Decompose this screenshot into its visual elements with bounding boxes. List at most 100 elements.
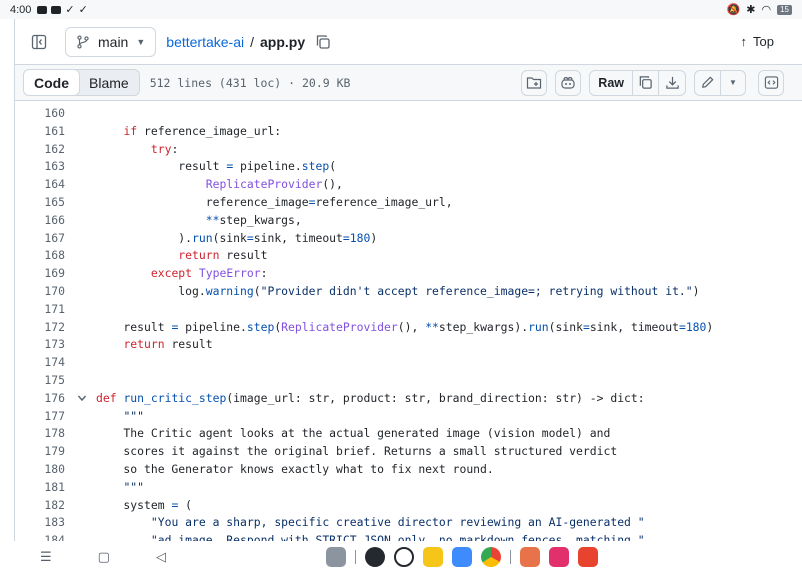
code-line: 184 "ad image. Respond with STRICT JSON … [15,531,802,541]
code-text: result = pipeline.step( [96,159,337,174]
line-number[interactable]: 176 [15,391,65,405]
line-number[interactable]: 165 [15,195,65,209]
code-text: system = ( [96,497,193,512]
line-number[interactable]: 174 [15,355,65,369]
symbols-icon [764,76,778,89]
code-text: result = pipeline.step(ReplicateProvider… [96,319,714,334]
dock-separator [509,550,511,564]
copy-raw-button[interactable] [633,70,659,95]
code-text: """ [123,479,145,494]
open-folder-button[interactable] [521,69,548,96]
line-number[interactable]: 180 [15,462,65,476]
battery-icon: 15 [777,4,792,15]
code-text: return result [178,248,268,263]
line-number[interactable]: 170 [15,284,65,298]
edit-actions: ▼ [694,69,746,96]
back-icon[interactable]: ◁ [156,549,166,565]
chatgpt-app-icon[interactable] [393,547,414,567]
download-button[interactable] [659,71,685,95]
line-number[interactable]: 167 [15,231,65,245]
code-text: The Critic agent looks at the actual gen… [96,426,611,441]
copilot-button[interactable] [555,69,582,96]
code-line: 181 """ [15,478,802,496]
line-number[interactable]: 182 [15,498,65,512]
app-drawer-icon[interactable] [325,547,346,567]
line-number[interactable]: 172 [15,320,65,334]
code-line: 165 reference_image=reference_image_url, [15,193,802,211]
code-line: 167 ).run(sink=sink, timeout=180) [15,229,802,247]
line-number[interactable]: 169 [15,266,65,280]
line-number[interactable]: 184 [15,533,65,541]
code-text: **step_kwargs, [205,212,302,227]
line-number[interactable]: 160 [15,106,65,120]
raw-actions: Raw [589,69,686,96]
code-text: so the Generator knows exactly what to f… [96,462,494,476]
claude-app-icon[interactable] [519,547,540,567]
code-line: 169 except TypeError: [15,264,802,282]
camera-app-icon[interactable] [364,547,385,567]
line-number[interactable]: 161 [15,124,65,138]
code-line: 172 result = pipeline.step(ReplicateProv… [15,318,802,336]
line-number[interactable]: 173 [15,337,65,351]
app-dock [325,547,598,567]
notes-app-icon[interactable] [422,547,443,567]
copy-icon [316,34,330,49]
check-icon: ✓ [65,4,75,16]
menu-icon[interactable]: ☰ [40,549,52,565]
line-number[interactable]: 178 [15,426,65,440]
files-app-icon[interactable] [451,547,472,567]
code-line: 175 [15,371,802,389]
office-app-icon[interactable] [577,547,598,567]
fold-chevron-icon[interactable] [75,393,89,403]
line-number[interactable]: 168 [15,248,65,262]
sidebar-toggle-button[interactable] [25,28,53,56]
code-line: 179 scores it against the original brief… [15,442,802,460]
copilot-icon [561,76,575,89]
copy-path-button[interactable] [309,28,337,56]
line-number[interactable]: 163 [15,159,65,173]
chrome-app-icon[interactable] [480,547,501,567]
raw-button[interactable]: Raw [590,70,633,95]
branch-selector[interactable]: main ▼ [65,26,157,57]
line-number[interactable]: 177 [15,409,65,423]
line-number[interactable]: 166 [15,213,65,227]
code-text: def run_critic_step(image_url: str, prod… [96,390,645,405]
line-number[interactable]: 175 [15,373,65,387]
folder-icon [527,76,542,89]
notification-icon [37,5,48,14]
navigation-bar: ☰ ▢ ◁ [0,541,802,573]
code-text: "You are a sharp, specific creative dire… [150,515,645,530]
chevron-down-icon: ▼ [136,36,146,47]
status-bar: 4:00 ✓ ✓ 🔕 ✱ ◠ 15 [0,0,802,19]
line-number[interactable]: 171 [15,302,65,316]
file-header: main ▼ bettertake-ai / app.py ↑ Top [14,19,802,64]
code-line: 162 try: [15,140,802,158]
copy-icon [639,76,652,89]
line-number[interactable]: 162 [15,142,65,156]
line-number[interactable]: 181 [15,480,65,494]
line-number[interactable]: 164 [15,177,65,191]
breadcrumb: bettertake-ai / app.py [166,34,305,50]
repo-link[interactable]: bettertake-ai [166,34,244,50]
code-line: 171 [15,300,802,318]
edit-button[interactable] [695,70,721,95]
git-branch-icon [77,34,89,49]
dock-separator [354,550,356,564]
status-time: 4:00 [10,3,32,16]
tab-blame[interactable]: Blame [79,70,139,95]
code-text: ReplicateProvider(), [205,177,343,192]
symbols-panel-button[interactable] [758,69,784,96]
line-number[interactable]: 179 [15,444,65,458]
edit-dropdown-button[interactable]: ▼ [721,71,745,95]
view-tabs: Code Blame [23,69,140,96]
code-line: 160 [15,104,802,122]
code-text: log.warning("Provider didn't accept refe… [96,284,700,298]
file-name: app.py [260,33,306,50]
top-button[interactable]: ↑ Top [741,34,774,49]
home-icon[interactable]: ▢ [98,549,110,565]
tab-code[interactable]: Code [23,70,80,95]
instagram-app-icon[interactable] [548,547,569,567]
arrow-up-icon: ↑ [740,34,748,49]
notification-icons: ✓ ✓ [37,3,88,16]
line-number[interactable]: 183 [15,515,65,529]
